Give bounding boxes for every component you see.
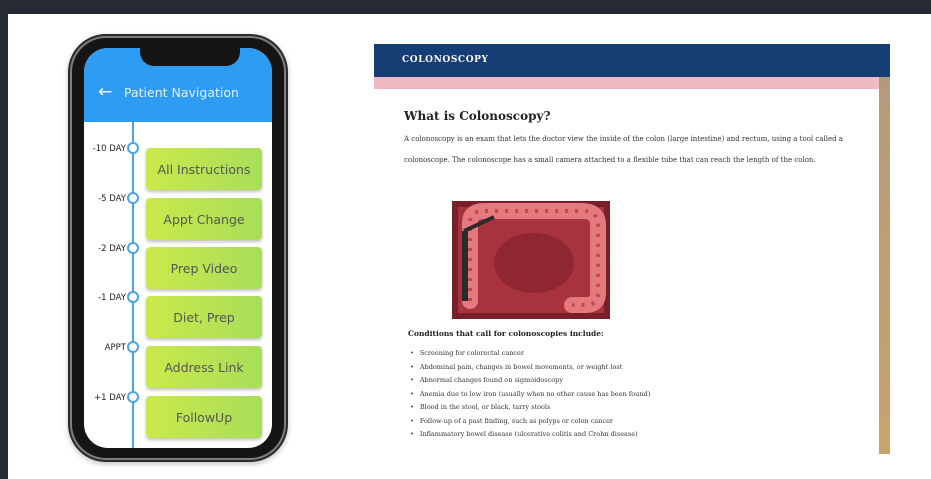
conditions-heading: Conditions that call for colonoscopies i… [408, 329, 604, 338]
timeline-day-label: -5 DAY [98, 194, 126, 204]
task-card-address-link[interactable]: Address Link [146, 346, 262, 388]
list-item: Anemia due to low iron (usually when no … [410, 388, 850, 402]
phone-mockup: ← Patient Navigation -10 DAY All Instruc… [72, 38, 284, 458]
header-accent-band [374, 77, 879, 89]
timeline-dot [127, 291, 139, 303]
phone-screen: ← Patient Navigation -10 DAY All Instruc… [84, 48, 272, 448]
document-header: COLONOSCOPY [374, 44, 890, 77]
task-card-appt-change[interactable]: Appt Change [146, 198, 262, 240]
list-item: Abnormal changes found on sigmoidoscopy [410, 374, 850, 388]
timeline-dot [127, 192, 139, 204]
task-card-all-instructions[interactable]: All Instructions [146, 148, 262, 190]
conditions-list: Screening for colorectal cancer Abdomina… [410, 347, 850, 442]
phone-notch [140, 48, 240, 66]
timeline-dot [127, 242, 139, 254]
arrow-left-icon[interactable]: ← [98, 82, 112, 102]
document-paragraph: A colonoscopy is an exam that lets the d… [404, 135, 843, 164]
task-card-prep-video[interactable]: Prep Video [146, 247, 262, 289]
document-header-title: COLONOSCOPY [402, 55, 489, 65]
list-item: Blood in the stool, or black, tarry stoo… [410, 401, 850, 415]
timeline-dot [127, 142, 139, 154]
list-item: Follow-up of a past finding, such as pol… [410, 415, 850, 429]
list-item: Inflammatory bowel disease (ulcerative c… [410, 428, 850, 442]
timeline-dot [127, 391, 139, 403]
colon-illustration [452, 201, 610, 319]
task-card-followup[interactable]: FollowUp [146, 396, 262, 438]
timeline-dot [127, 341, 139, 353]
timeline-day-label: +1 DAY [94, 393, 126, 403]
document-heading: What is Colonoscopy? [404, 109, 551, 123]
colonoscopy-document: COLONOSCOPY What is Colonoscopy? A colon… [374, 44, 890, 454]
list-item: Abdominal pain, changes in bowel movemen… [410, 361, 850, 375]
timeline-day-label: -2 DAY [98, 244, 126, 254]
timeline-day-label: -10 DAY [92, 144, 126, 154]
list-item: Screening for colorectal cancer [410, 347, 850, 361]
page-title: Patient Navigation [124, 85, 239, 100]
timeline-day-label: APPT [104, 343, 126, 353]
task-card-diet-prep[interactable]: Diet, Prep [146, 296, 262, 338]
timeline-day-label: -1 DAY [98, 293, 126, 303]
document-body: What is Colonoscopy? A colonoscopy is an… [374, 89, 879, 454]
